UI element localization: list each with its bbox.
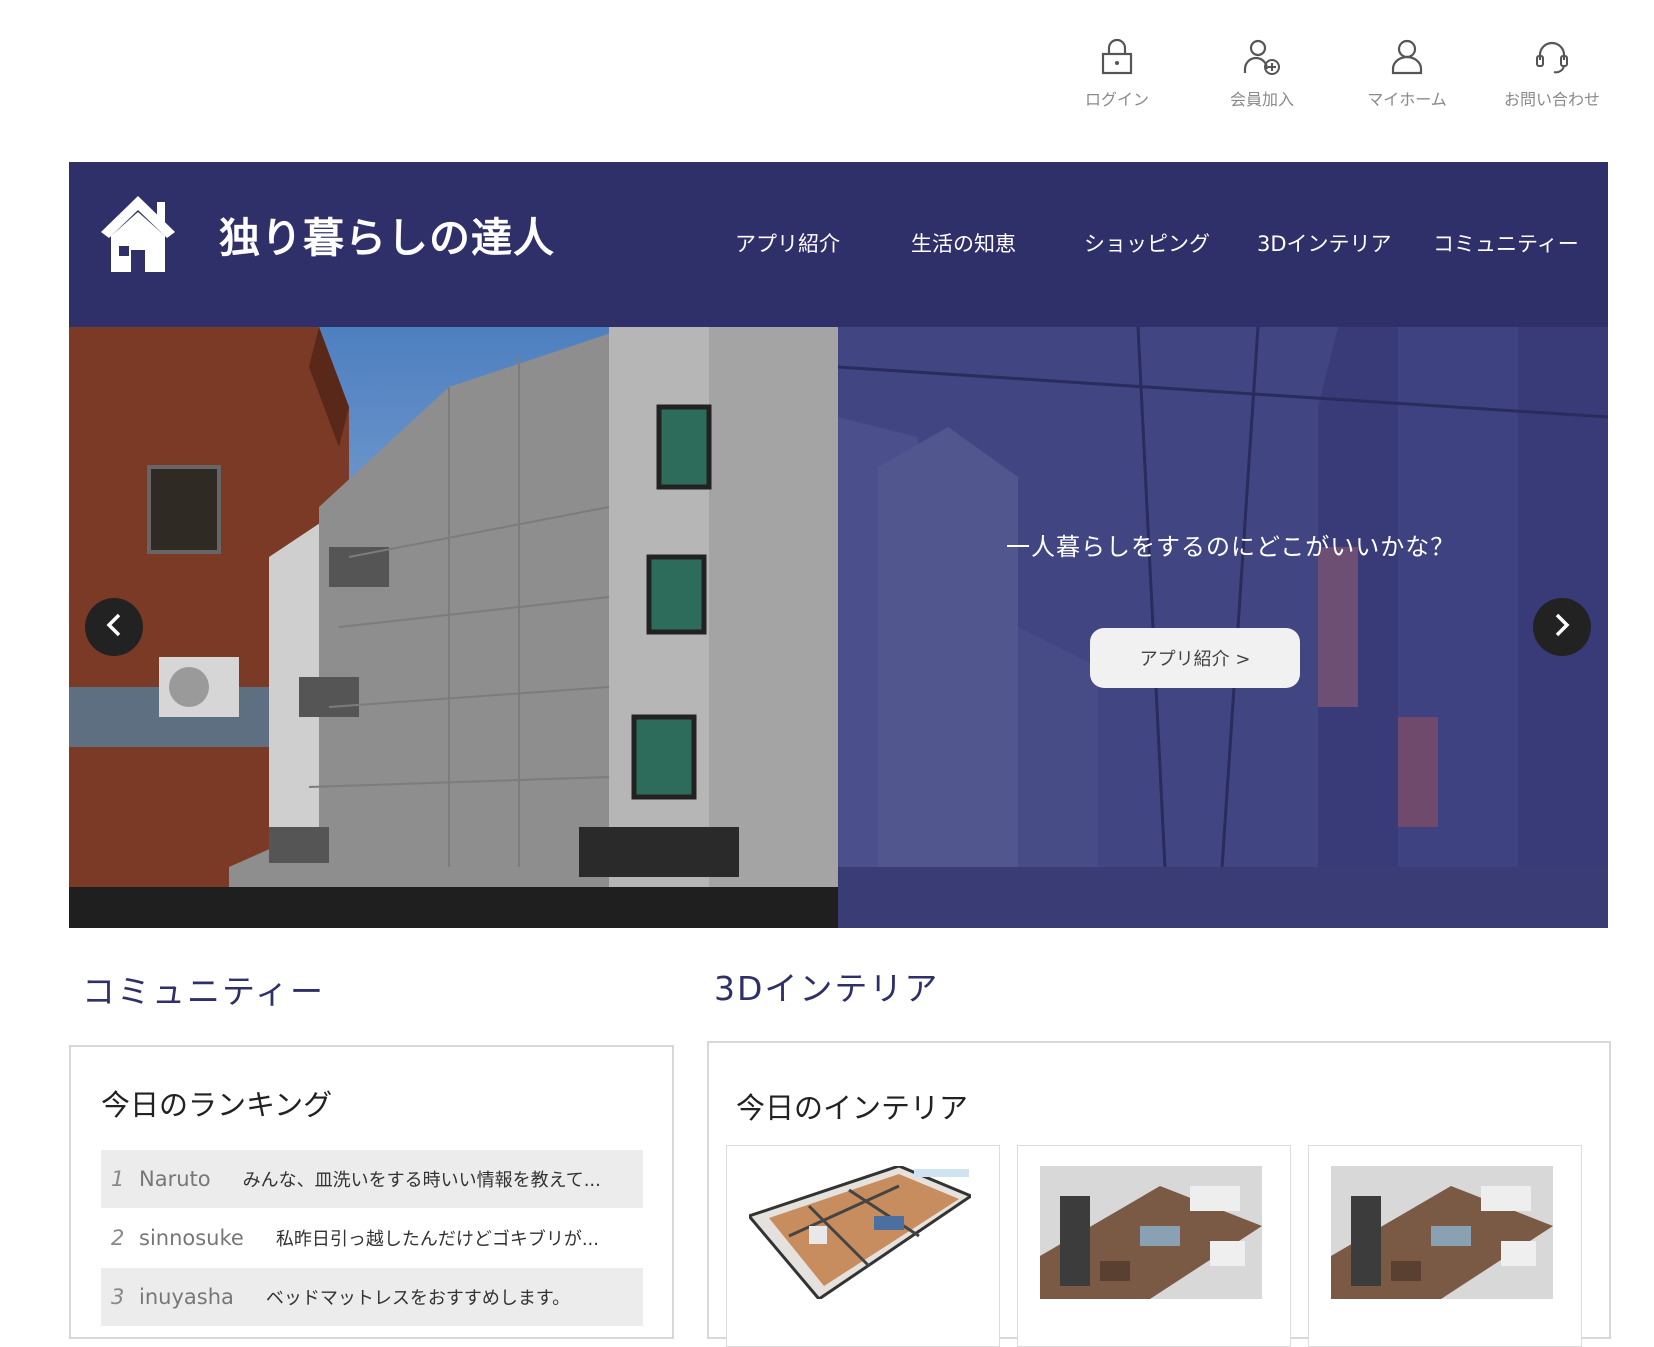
rank-user: inuyasha [139,1285,234,1309]
rank-number: 2 [111,1226,125,1250]
chevron-right-icon [1551,612,1573,642]
login-label: ログイン [1084,90,1149,109]
login-link[interactable]: ログイン [1062,38,1172,110]
interior-section-title: 3Dインテリア [714,969,940,1008]
ranking-panel: 今日のランキング 1 Naruto みんな、皿洗いをする時いい情報を教えて...… [69,1045,674,1339]
user-plus-icon [1207,38,1317,76]
contact-label: お問い合わせ [1503,90,1600,109]
rank-post-title: みんな、皿洗いをする時いい情報を教えて... [242,1170,601,1191]
chevron-left-icon [103,612,125,642]
interior-card[interactable] [1308,1145,1582,1347]
nav-life-tips[interactable]: 生活の知恵 [911,228,1016,258]
house-icon[interactable] [99,192,177,278]
nav-app-intro[interactable]: アプリ紹介 [735,228,840,258]
rank-post-title: ベッドマットレスをおすすめします。 [265,1288,571,1309]
nav-3d-interior[interactable]: 3Dインテリア [1257,228,1392,258]
rank-user: sinnosuke [139,1226,244,1250]
rank-number: 1 [111,1167,125,1191]
site-header: 独り暮らしの達人 アプリ紹介 生活の知恵 ショッピング 3Dインテリア コミュニ… [69,162,1608,327]
carousel-next-button[interactable] [1533,598,1591,656]
carousel-prev-button[interactable] [85,598,143,656]
register-link[interactable]: 会員加入 [1207,38,1317,110]
ranking-row[interactable]: 2 sinnosuke 私昨日引っ越したんだけどゴキブリが... [101,1209,643,1267]
interior-thumbnail [749,1166,971,1299]
contact-link[interactable]: お問い合わせ [1497,38,1607,110]
hero-caption: 一人暮らしをするのにどこがいいかな？ [1006,533,1456,561]
rank-post-title: 私昨日引っ越したんだけどゴキブリが... [275,1229,599,1250]
nav-community[interactable]: コミュニティー [1433,228,1579,258]
community-section-title: コミュニティー [82,972,326,1011]
ranking-title: 今日のランキング [101,1088,333,1122]
headset-icon [1497,38,1607,76]
register-label: 会員加入 [1229,90,1294,109]
nav-shopping[interactable]: ショッピング [1084,228,1210,258]
interior-thumbnail [1040,1166,1262,1299]
lock-icon [1062,38,1172,76]
interior-thumbnail [1331,1166,1553,1299]
ranking-row[interactable]: 1 Naruto みんな、皿洗いをする時いい情報を教えて... [101,1150,643,1208]
myhome-link[interactable]: マイホーム [1352,38,1462,110]
hero-carousel: 一人暮らしをするのにどこがいいかな？ アプリ紹介 > [69,327,1608,928]
site-title[interactable]: 独り暮らしの達人 [219,204,555,264]
app-intro-button[interactable]: アプリ紹介 > [1090,628,1300,688]
rank-user: Naruto [139,1167,211,1191]
rank-number: 3 [111,1285,125,1309]
interior-title: 今日のインテリア [736,1091,969,1125]
interior-card[interactable] [1017,1145,1291,1347]
myhome-label: マイホーム [1367,90,1447,109]
interior-card[interactable] [726,1145,1000,1347]
hero-photo [69,327,838,928]
ranking-row[interactable]: 3 inuyasha ベッドマットレスをおすすめします。 [101,1268,643,1326]
user-icon [1352,38,1462,76]
